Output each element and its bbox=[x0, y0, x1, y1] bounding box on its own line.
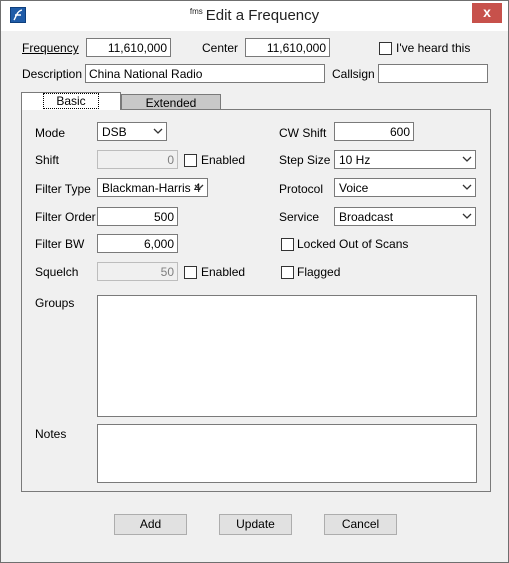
filter-bw-label: Filter BW bbox=[35, 237, 85, 251]
window-title: fms Edit a Frequency bbox=[1, 7, 508, 24]
squelch-enabled-checkbox[interactable] bbox=[184, 266, 197, 279]
filter-type-label: Filter Type bbox=[35, 182, 91, 196]
flagged-label: Flagged bbox=[297, 265, 341, 279]
protocol-select-value: Voice bbox=[339, 181, 369, 195]
heard-checkbox[interactable] bbox=[379, 42, 392, 55]
step-size-label: Step Size bbox=[279, 153, 331, 167]
squelch-input[interactable]: 50 bbox=[97, 262, 178, 281]
service-select-value: Broadcast bbox=[339, 210, 394, 224]
groups-label: Groups bbox=[35, 296, 75, 310]
mode-select[interactable]: DSB bbox=[97, 122, 167, 141]
update-button-label: Update bbox=[236, 517, 275, 531]
filter-type-select[interactable]: Blackman-Harris 4 bbox=[97, 178, 208, 197]
callsign-input[interactable] bbox=[378, 64, 488, 83]
center-input[interactable]: 11,610,000 bbox=[245, 38, 330, 57]
groups-list[interactable] bbox=[97, 295, 477, 417]
notes-textarea[interactable] bbox=[97, 424, 477, 483]
filter-type-select-value: Blackman-Harris 4 bbox=[102, 181, 201, 195]
flagged-checkbox[interactable] bbox=[281, 266, 294, 279]
filter-bw-input[interactable]: 6,000 bbox=[97, 234, 178, 253]
mode-select-value: DSB bbox=[102, 125, 127, 139]
shift-input[interactable]: 0 bbox=[97, 150, 178, 169]
cancel-button-label: Cancel bbox=[341, 517, 380, 531]
tab-extended-label: Extended bbox=[145, 96, 197, 110]
update-button[interactable]: Update bbox=[219, 514, 292, 535]
frequency-input[interactable]: 11,610,000 bbox=[86, 38, 171, 57]
brand-mark: fms bbox=[189, 7, 203, 16]
locked-out-label: Locked Out of Scans bbox=[297, 237, 409, 251]
description-input[interactable]: China National Radio bbox=[85, 64, 325, 83]
tab-basic-label: Basic bbox=[43, 93, 99, 109]
filter-order-label: Filter Order bbox=[35, 210, 96, 224]
close-button[interactable]: x bbox=[472, 3, 502, 23]
shift-label: Shift bbox=[35, 153, 60, 167]
add-button-label: Add bbox=[139, 517, 162, 531]
heard-label: I've heard this bbox=[396, 41, 471, 55]
description-label: Description bbox=[22, 67, 83, 81]
cw-shift-input[interactable]: 600 bbox=[334, 122, 414, 141]
chevron-down-icon bbox=[462, 213, 472, 219]
title-bar[interactable]: fms Edit a Frequency x bbox=[1, 1, 508, 31]
chevron-down-icon bbox=[462, 184, 472, 190]
window-title-text: Edit a Frequency bbox=[205, 7, 320, 24]
service-select[interactable]: Broadcast bbox=[334, 207, 476, 226]
center-label: Center bbox=[202, 41, 239, 55]
service-label: Service bbox=[279, 210, 320, 224]
chevron-down-icon bbox=[194, 184, 204, 190]
locked-out-checkbox[interactable] bbox=[281, 238, 294, 251]
squelch-enabled-label: Enabled bbox=[201, 265, 246, 279]
frequency-label: Frequency bbox=[22, 41, 79, 55]
close-icon: x bbox=[483, 4, 491, 20]
chevron-down-icon bbox=[462, 156, 472, 162]
shift-enabled-checkbox[interactable] bbox=[184, 154, 197, 167]
notes-label: Notes bbox=[35, 427, 67, 441]
step-size-select-value: 10 Hz bbox=[339, 153, 371, 167]
cw-shift-label: CW Shift bbox=[279, 126, 327, 140]
chevron-down-icon bbox=[153, 128, 163, 134]
cancel-button[interactable]: Cancel bbox=[324, 514, 397, 535]
callsign-label: Callsign bbox=[332, 67, 375, 81]
squelch-label: Squelch bbox=[35, 265, 79, 279]
filter-order-input[interactable]: 500 bbox=[97, 207, 178, 226]
protocol-select[interactable]: Voice bbox=[334, 178, 476, 197]
shift-enabled-label: Enabled bbox=[201, 153, 246, 167]
tab-basic[interactable]: Basic bbox=[21, 92, 121, 110]
dialog-window: fms Edit a Frequency x Frequency 11,610,0… bbox=[0, 0, 509, 563]
mode-label: Mode bbox=[35, 126, 66, 140]
add-button[interactable]: Add bbox=[114, 514, 187, 535]
step-size-select[interactable]: 10 Hz bbox=[334, 150, 476, 169]
protocol-label: Protocol bbox=[279, 182, 324, 196]
